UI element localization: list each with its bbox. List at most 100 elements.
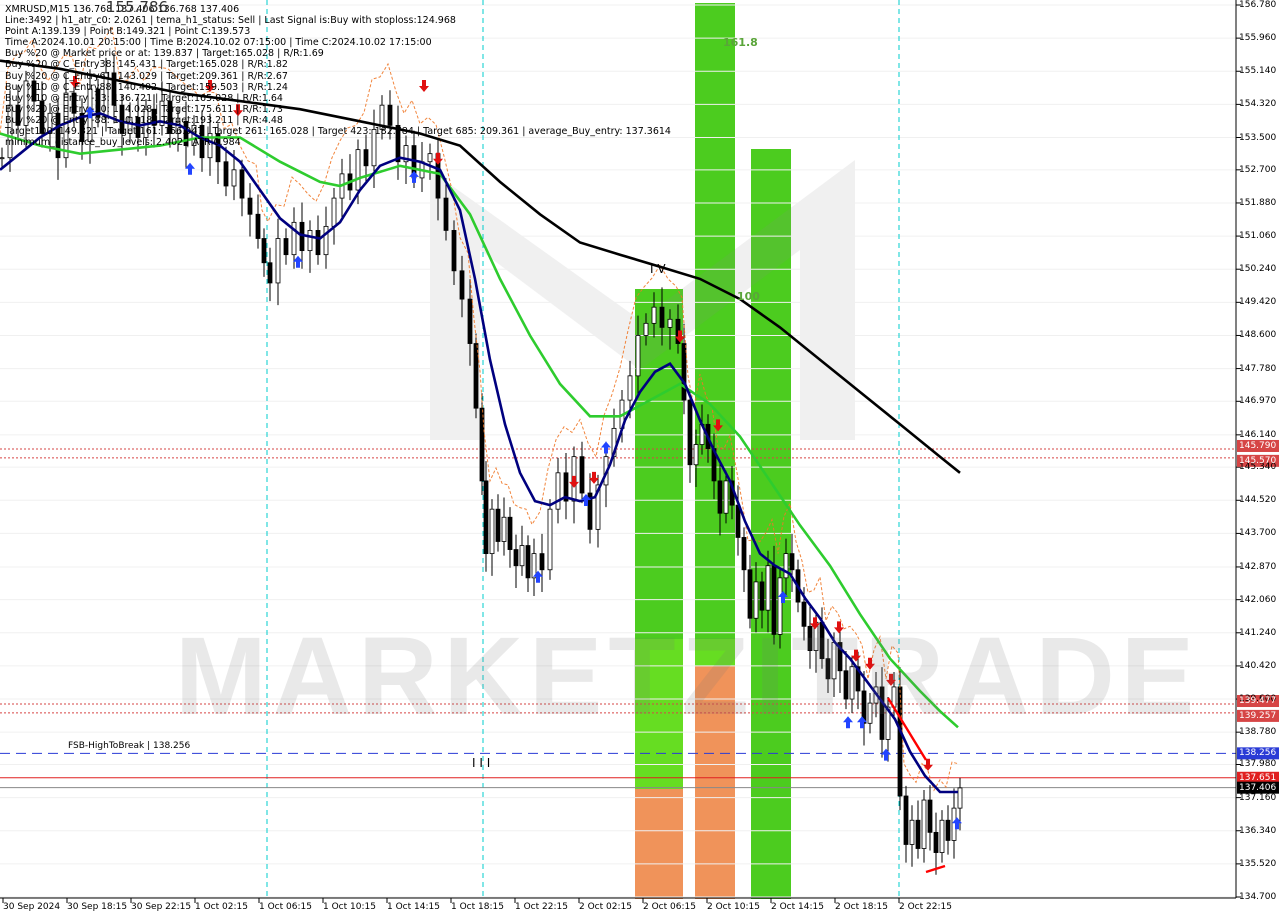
info-line-12: minimum_distance_buy_levels: 2.402 | ATR…	[5, 137, 241, 149]
price-body	[467, 298, 473, 344]
y-tick-label: 138.780	[1239, 727, 1277, 738]
price-body	[239, 169, 245, 199]
watermark-text: MARKETZITRADE	[175, 615, 1201, 738]
y-tick-label: 137.980	[1239, 759, 1277, 770]
price-body	[741, 537, 747, 571]
bearish-zone-1	[635, 789, 683, 899]
price-body	[921, 799, 927, 849]
price-body	[753, 581, 759, 619]
price-body	[717, 480, 723, 514]
info-line-8: Buy %10 @ Entry -23: 136.721 | Target:16…	[5, 92, 283, 104]
x-tick-label: 2 Oct 02:15	[579, 902, 632, 912]
price-body	[267, 262, 273, 284]
x-tick-label: 2 Oct 22:15	[899, 902, 952, 912]
price-body	[735, 504, 741, 538]
price-body	[473, 343, 479, 409]
info-line-10: Buy %20 @ Entry -88: 130.118 | Target:19…	[5, 114, 283, 126]
fib-label-2: 100	[737, 290, 760, 303]
price-tag-label: 145.790	[1239, 440, 1277, 451]
price-body	[635, 335, 641, 377]
y-tick-label: 141.240	[1239, 627, 1277, 638]
y-tick-label: 155.140	[1239, 66, 1277, 77]
info-line-9: Buy %20 @ Entry -50: 134.028 | Target:17…	[5, 103, 283, 115]
price-body	[247, 197, 253, 215]
price-body	[687, 399, 693, 466]
price-tag-label: 145.570	[1239, 455, 1277, 466]
x-tick-label: 30 Sep 22:15	[131, 902, 192, 912]
y-tick-label: 140.420	[1239, 660, 1277, 671]
price-body	[507, 516, 513, 550]
info-line-7: Buy %10 @ C_Entry88: 140.402 | Target:15…	[5, 81, 288, 93]
price-body	[275, 238, 281, 284]
price-body	[479, 407, 485, 482]
price-body	[315, 230, 321, 256]
big-value-label: 155.786	[106, 0, 169, 16]
price-body	[789, 553, 795, 571]
price-body	[363, 149, 369, 167]
price-body	[903, 795, 909, 845]
x-tick-label: 2 Oct 10:15	[707, 902, 760, 912]
info-line-6: Buy %20 @ C_Entry61: 143.029 | Target:20…	[5, 70, 288, 82]
wave-label-iii: I I I	[472, 756, 491, 770]
price-body	[659, 306, 665, 328]
price-body	[451, 230, 457, 272]
price-body	[723, 480, 729, 514]
price-body	[933, 831, 939, 853]
price-body	[643, 322, 649, 336]
price-body	[489, 508, 495, 555]
chart-root[interactable]: MARKETZITRADE XMRUSD,M15 136.768 137.406…	[0, 0, 1280, 920]
y-tick-label: 153.500	[1239, 132, 1277, 143]
price-body	[307, 230, 313, 252]
price-tag-label: 137.406	[1239, 782, 1277, 793]
price-body	[747, 569, 753, 619]
y-tick-label: 154.320	[1239, 99, 1277, 110]
y-tick-label: 151.880	[1239, 197, 1277, 208]
y-tick-label: 155.960	[1239, 33, 1277, 44]
x-tick-label: 1 Oct 14:15	[387, 902, 440, 912]
y-tick-label: 142.060	[1239, 594, 1277, 605]
price-body	[525, 545, 531, 579]
x-tick-label: 2 Oct 06:15	[643, 902, 696, 912]
price-body	[945, 819, 951, 841]
price-body	[483, 480, 489, 555]
price-body	[283, 238, 289, 256]
price-body	[927, 799, 933, 833]
price-body	[579, 456, 585, 494]
price-body	[939, 819, 945, 853]
price-body	[495, 508, 501, 542]
x-tick-label: 2 Oct 18:15	[835, 902, 888, 912]
price-body	[957, 787, 963, 809]
y-tick-label: 148.600	[1239, 330, 1277, 341]
y-tick-label: 136.340	[1239, 825, 1277, 836]
price-body	[627, 375, 633, 401]
wave-label-iv: I V	[650, 262, 666, 276]
price-body	[443, 197, 449, 231]
y-tick-label: 143.700	[1239, 528, 1277, 539]
x-tick-label: 1 Oct 22:15	[515, 902, 568, 912]
price-body	[255, 213, 261, 239]
fib-label: 161.8	[723, 36, 758, 49]
y-tick-label: 152.700	[1239, 164, 1277, 175]
info-line-5: Buy %20 @ C_Entry38: 145.431 | Target:16…	[5, 59, 288, 71]
price-body	[231, 169, 237, 187]
x-tick-label: 1 Oct 06:15	[259, 902, 312, 912]
price-body	[331, 197, 337, 227]
y-tick-label: 135.520	[1239, 858, 1277, 869]
price-body	[427, 153, 433, 163]
info-line-2: Point A:139.139 | Point B:149.321 | Poin…	[5, 26, 251, 38]
x-tick-label: 1 Oct 02:15	[195, 902, 248, 912]
price-tag-label: 139.477	[1239, 696, 1277, 707]
price-body	[501, 516, 507, 542]
price-body	[0, 157, 5, 160]
y-tick-label: 144.520	[1239, 495, 1277, 506]
price-body	[539, 553, 545, 571]
price-body	[765, 565, 771, 611]
y-tick-label: 134.700	[1239, 892, 1277, 902]
x-tick-label: 2 Oct 14:15	[771, 902, 824, 912]
price-body	[759, 581, 765, 611]
price-body	[459, 270, 465, 300]
price-body	[223, 161, 229, 187]
x-tick-label: 1 Oct 18:15	[451, 902, 504, 912]
y-tick-label: 149.420	[1239, 297, 1277, 308]
price-body	[909, 819, 915, 845]
